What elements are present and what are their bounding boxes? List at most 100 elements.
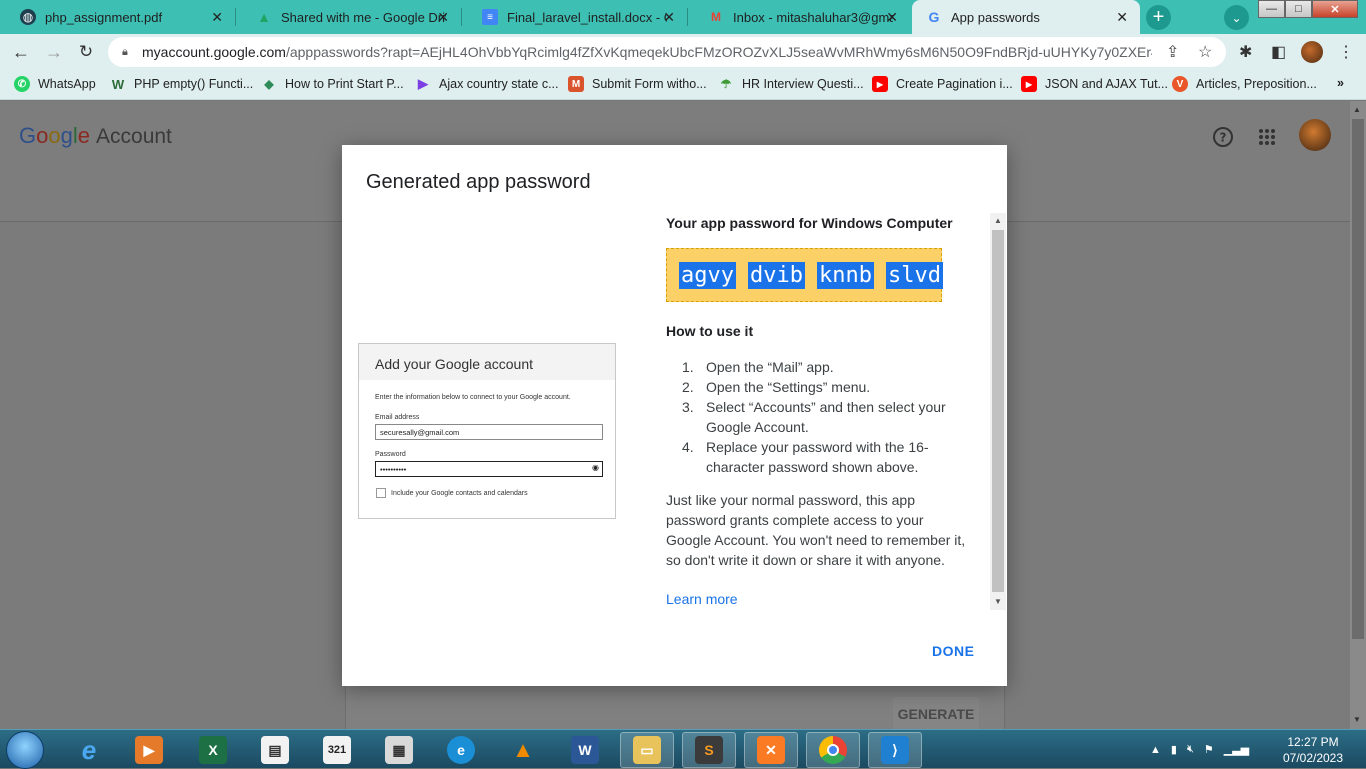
battery-icon[interactable]: ▮ — [1171, 743, 1177, 756]
google-icon: G — [928, 9, 940, 25]
internet-explorer-icon: e — [81, 734, 97, 765]
taskbar-excel[interactable]: X — [186, 732, 240, 768]
taskbar-vscode[interactable]: ⟩ — [868, 732, 922, 768]
tab-search-button[interactable]: ⌄ — [1224, 5, 1249, 30]
profile-avatar[interactable] — [1301, 41, 1323, 63]
taskbar-xampp[interactable]: ✕ — [744, 732, 798, 768]
xampp-icon: ✕ — [757, 736, 785, 764]
menu-kebab-icon[interactable]: ⋮ — [1338, 42, 1354, 62]
security-note: Just like your normal password, this app… — [666, 492, 966, 568]
globe-icon: ◍ — [20, 9, 36, 25]
forward-button[interactable]: → — [43, 41, 65, 63]
eye-icon: ◉ — [592, 463, 599, 472]
step-text: Open the “Mail” app. — [706, 359, 834, 375]
calendar-icon: 321 — [323, 736, 351, 764]
volume-muted-icon[interactable]: 🔇︎ — [1187, 743, 1194, 756]
learn-more-link[interactable]: Learn more — [666, 591, 738, 607]
taskbar-chrome[interactable] — [806, 732, 860, 768]
play-icon: ▶ — [418, 76, 428, 91]
folder-icon: ▭ — [633, 736, 661, 764]
taskbar-calendar[interactable]: 321 — [310, 732, 364, 768]
step-number: 1. — [682, 359, 694, 375]
action-center-flag-icon[interactable]: ⚑ — [1204, 743, 1214, 756]
maximize-button[interactable]: □ — [1285, 0, 1312, 18]
bookmark-php-empty[interactable]: W PHP empty() Functi... — [110, 76, 253, 92]
minimize-button[interactable]: — — [1258, 0, 1285, 18]
tab-php-assignment[interactable]: ◍ php_assignment.pdf ✕ — [0, 0, 235, 34]
bookmark-whatsapp[interactable]: ✆ WhatsApp — [14, 76, 96, 92]
apps-grid-icon[interactable] — [1255, 125, 1279, 149]
star-icon[interactable]: ☆ — [1198, 42, 1212, 62]
close-icon[interactable]: ✕ — [663, 9, 675, 26]
calculator-icon: ▦ — [385, 736, 413, 764]
bookmark-ajax-country[interactable]: ▶ Ajax country state c... — [415, 76, 559, 92]
taskbar-edge[interactable]: e — [434, 732, 488, 768]
step-number: 2. — [682, 379, 694, 395]
url-host: myaccount.google.com — [142, 44, 286, 60]
generate-button[interactable]: GENERATE — [893, 697, 979, 729]
taskbar-sublime[interactable]: S — [682, 732, 736, 768]
drive-icon: ▲ — [257, 9, 271, 25]
scroll-down-icon[interactable]: ▼ — [1353, 715, 1361, 724]
bookmark-label: JSON and AJAX Tut... — [1045, 77, 1168, 91]
close-icon[interactable]: ✕ — [437, 9, 449, 26]
lock-icon[interactable]: 🔒︎ — [122, 46, 134, 59]
taskbar-calculator[interactable]: ▦ — [372, 732, 426, 768]
help-icon[interactable]: ? — [1211, 125, 1235, 149]
bookmarks-bar: ✆ WhatsApp W PHP empty() Functi... ◆ How… — [0, 70, 1366, 100]
close-icon[interactable]: ✕ — [886, 9, 898, 26]
youtube-icon: ▶ — [1021, 76, 1037, 92]
password-chunk: slvd — [885, 261, 943, 289]
close-icon[interactable]: ✕ — [211, 9, 223, 26]
side-panel-icon[interactable]: ◧ — [1271, 42, 1286, 62]
bookmark-submit-form[interactable]: M Submit Form witho... — [568, 76, 707, 92]
scroll-down-icon[interactable]: ▼ — [994, 597, 1002, 606]
clock-date: 07/02/2023 — [1282, 751, 1344, 765]
taskbar-media[interactable]: ▶ — [122, 732, 176, 768]
close-window-button[interactable]: ✕ — [1312, 0, 1358, 18]
taskbar-word[interactable]: W — [558, 732, 612, 768]
extensions-icon[interactable]: ✱ — [1239, 42, 1252, 62]
scrollbar-thumb[interactable] — [1352, 119, 1364, 639]
taskbar-vlc[interactable]: ▲ — [496, 732, 550, 768]
bookmark-create-pagination[interactable]: ▶ Create Pagination i... — [872, 76, 1013, 92]
bookmark-label: HR Interview Questi... — [742, 77, 864, 91]
taskbar-explorer[interactable]: ▭ — [620, 732, 674, 768]
network-signal-icon[interactable]: ▁▃▅ — [1224, 743, 1249, 756]
scroll-up-icon[interactable]: ▲ — [994, 216, 1002, 225]
address-bar[interactable]: 🔒︎ myaccount.google.com/apppasswords?rap… — [108, 37, 1226, 67]
account-avatar[interactable] — [1299, 119, 1331, 151]
close-icon[interactable]: ✕ — [1116, 9, 1128, 26]
start-button[interactable] — [6, 731, 44, 769]
show-hidden-icons[interactable]: ▲ — [1150, 744, 1161, 756]
taskbar-ie[interactable]: e — [62, 732, 116, 768]
bookmark-print-start[interactable]: ◆ How to Print Start P... — [261, 76, 403, 92]
taskbar-notepad[interactable]: ▤ — [248, 732, 302, 768]
how-to-heading: How to use it — [666, 323, 754, 339]
tab-gmail-inbox[interactable]: M Inbox - mitashaluhar3@gmail.c ✕ — [688, 0, 910, 34]
back-button[interactable]: ← — [10, 41, 32, 63]
google-account-logo[interactable]: Google Account — [19, 123, 172, 149]
scroll-up-icon[interactable]: ▲ — [1353, 105, 1361, 114]
share-icon[interactable]: ⇪ — [1166, 42, 1179, 62]
scrollbar-thumb[interactable] — [992, 230, 1004, 592]
reload-button[interactable]: ↻ — [75, 41, 97, 63]
app-password-box[interactable]: agvy dvib knnb slvd — [666, 248, 943, 302]
tab-laravel-docx[interactable]: ≡ Final_laravel_install.docx - Goo ✕ — [462, 0, 687, 34]
tab-app-passwords[interactable]: G App passwords ✕ — [912, 0, 1140, 34]
v-logo-icon: V — [1172, 76, 1188, 92]
bookmark-hr-interview[interactable]: ☂ HR Interview Questi... — [718, 76, 864, 92]
bookmark-articles-preposition[interactable]: V Articles, Preposition... — [1172, 76, 1317, 92]
more-bookmarks-icon[interactable]: » — [1337, 76, 1344, 90]
chrome-icon — [819, 736, 847, 764]
word-icon: W — [571, 736, 599, 764]
bookmark-json-ajax[interactable]: ▶ JSON and AJAX Tut... — [1021, 76, 1168, 92]
new-tab-button[interactable]: + — [1146, 5, 1171, 30]
w3schools-icon: W — [111, 76, 125, 92]
bookmark-label: Submit Form witho... — [592, 77, 707, 91]
done-button[interactable]: DONE — [932, 643, 974, 659]
dialog-scrollbar[interactable]: ▲ ▼ — [990, 213, 1006, 610]
tab-google-drive[interactable]: ▲ Shared with me - Google Drive ✕ — [236, 0, 461, 34]
system-clock[interactable]: 12:27 PM 07/02/2023 — [1278, 734, 1348, 766]
page-scrollbar[interactable]: ▲ ▼ — [1350, 101, 1366, 729]
